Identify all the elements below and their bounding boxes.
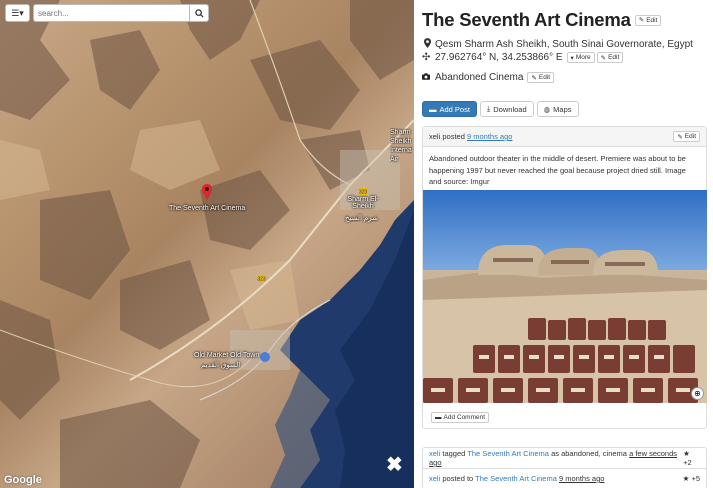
star-icon: ★ xyxy=(682,474,690,483)
satellite-terrain: 323 323 xyxy=(0,0,414,488)
edit-label: Edit xyxy=(538,74,551,81)
post-edit-button[interactable]: ✎ Edit xyxy=(673,131,700,142)
maps-label: Maps xyxy=(553,104,572,114)
post-image[interactable]: ⊕ xyxy=(423,190,707,403)
coord-edit-button[interactable]: ✎ Edit xyxy=(596,52,624,63)
location-row: Qesm Sharm Ash Sheikh, South Sinai Gover… xyxy=(422,38,707,50)
feed-item: xeli tagged The Seventh Art Cinema as ab… xyxy=(423,448,706,468)
vote-badge[interactable]: ★ +2 xyxy=(683,449,700,467)
post-card: xeli posted 9 months ago ✎ Edit Abandoned… xyxy=(422,126,707,429)
category-text: Abandoned Cinema xyxy=(435,72,524,83)
title-edit-button[interactable]: ✎ Edit xyxy=(634,14,662,26)
city-label-arabic: شرم الشيخ xyxy=(345,215,378,222)
map-search xyxy=(33,4,209,22)
map-pin-icon[interactable] xyxy=(202,184,212,200)
feed-user-link[interactable]: xeli xyxy=(429,474,440,483)
feed-rest: as abandoned, cinema xyxy=(551,449,627,458)
search-button[interactable] xyxy=(189,4,209,22)
download-button[interactable]: ⤓ Download xyxy=(479,101,534,117)
road-sign-323-south: 323 xyxy=(257,277,266,283)
edit-label: Edit xyxy=(684,133,696,140)
crosshairs-icon: ✣ xyxy=(422,52,431,63)
caret-down-icon: ▾ xyxy=(570,54,574,62)
coordinates-row: ✣ 27.962764° N, 34.253866° E ▾ More ✎ Edit xyxy=(422,52,707,63)
feed-text: xeli posted to The Seventh Art Cinema 9 … xyxy=(429,474,604,483)
city-label: Sharm El-Sheikh xyxy=(347,196,379,210)
add-comment-label: Add Comment xyxy=(443,414,486,421)
post-meta: xeli posted 9 months ago xyxy=(429,132,512,141)
feed-place-link[interactable]: The Seventh Art Cinema xyxy=(475,474,557,483)
category-row: Abandoned Cinema ✎ Edit xyxy=(422,72,707,83)
search-icon xyxy=(194,8,204,18)
feed-item: xeli posted to The Seventh Art Cinema 9 … xyxy=(423,468,706,488)
airport-label: Sharm Sheikh Internat Air xyxy=(390,129,412,163)
source-link[interactable]: Imgur xyxy=(470,177,489,186)
comment-icon: ▬ xyxy=(435,414,442,421)
place-title: The Seventh Art Cinema xyxy=(422,9,631,30)
post-author: xeli xyxy=(429,132,441,141)
feed-time[interactable]: 9 months ago xyxy=(559,474,604,483)
add-comment-button[interactable]: ▬ Add Comment xyxy=(431,412,490,423)
globe-icon: ◍ xyxy=(543,104,551,114)
title-row: The Seventh Art Cinema ✎ Edit xyxy=(422,9,707,31)
location-text: Qesm Sharm Ash Sheikh, South Sinai Gover… xyxy=(435,38,693,50)
activity-feed: xeli tagged The Seventh Art Cinema as ab… xyxy=(422,447,707,488)
action-row: ▬ Add Post ⤓ Download ◍ Maps xyxy=(422,101,707,117)
cinema-photo xyxy=(423,190,707,403)
list-icon: ☰▾ xyxy=(11,7,24,18)
feed-verb: posted to xyxy=(442,474,474,483)
edit-label: Edit xyxy=(608,54,620,61)
pencil-icon: ✎ xyxy=(638,17,645,24)
post-text: Abandoned outdoor theater in the middle … xyxy=(429,154,686,186)
more-button[interactable]: ▾ More xyxy=(566,52,595,63)
more-label: More xyxy=(575,54,591,61)
vote-count: +2 xyxy=(683,458,692,467)
feed-verb: tagged xyxy=(442,449,466,458)
google-attribution: Google xyxy=(4,474,42,486)
download-label: Download xyxy=(493,104,527,114)
pencil-icon: ✎ xyxy=(531,74,537,82)
feed-user-link[interactable]: xeli xyxy=(429,449,440,458)
road-sign-323: 323 xyxy=(359,190,368,196)
camera-icon xyxy=(422,73,432,82)
place-panel: The Seventh Art Cinema ✎ Edit Qesm Sharm … xyxy=(414,0,713,488)
post-time-link[interactable]: 9 months ago xyxy=(467,132,512,141)
market-label: Old Market Old Town xyxy=(194,352,260,359)
market-label-arabic: السوق القديم xyxy=(201,362,241,369)
post-footer: ▬ Add Comment xyxy=(423,403,706,428)
pencil-icon: ✎ xyxy=(677,133,683,141)
pencil-icon: ✎ xyxy=(600,54,607,62)
map-toolbar: ☰▾ xyxy=(5,4,209,22)
post-header: xeli posted 9 months ago ✎ Edit xyxy=(423,127,706,147)
category-edit-button[interactable]: ✎ Edit xyxy=(527,72,555,83)
close-icon[interactable]: ✖ xyxy=(386,452,403,477)
post-body: Abandoned outdoor theater in the middle … xyxy=(423,147,706,190)
star-icon: ★ xyxy=(683,449,690,458)
vote-badge[interactable]: ★ +5 xyxy=(683,474,700,483)
add-post-label: Add Post xyxy=(439,104,470,114)
map-marker-icon xyxy=(422,38,432,50)
post-verb: posted xyxy=(442,132,465,141)
maps-button[interactable]: ◍ Maps xyxy=(536,101,579,117)
download-icon: ⤓ xyxy=(486,104,491,113)
zoom-icon[interactable]: ⊕ xyxy=(691,387,704,400)
feed-place-link[interactable]: The Seventh Art Cinema xyxy=(467,449,549,458)
feed-text: xeli tagged The Seventh Art Cinema as ab… xyxy=(429,449,683,467)
vote-count: +5 xyxy=(691,474,700,483)
app-root: 323 323 ☰▾ The Seventh Art Cinema Sharm … xyxy=(0,0,713,488)
poi-marker[interactable] xyxy=(260,352,270,362)
search-input[interactable] xyxy=(33,4,189,22)
layers-button[interactable]: ☰▾ xyxy=(5,4,30,22)
map-view[interactable]: 323 323 ☰▾ The Seventh Art Cinema Sharm … xyxy=(0,0,414,488)
edit-label: Edit xyxy=(646,16,658,24)
coordinates-text: 27.962764° N, 34.253866° E xyxy=(435,52,563,63)
comment-icon: ▬ xyxy=(429,104,437,114)
add-post-button[interactable]: ▬ Add Post xyxy=(422,101,477,117)
pin-label: The Seventh Art Cinema xyxy=(169,205,246,212)
